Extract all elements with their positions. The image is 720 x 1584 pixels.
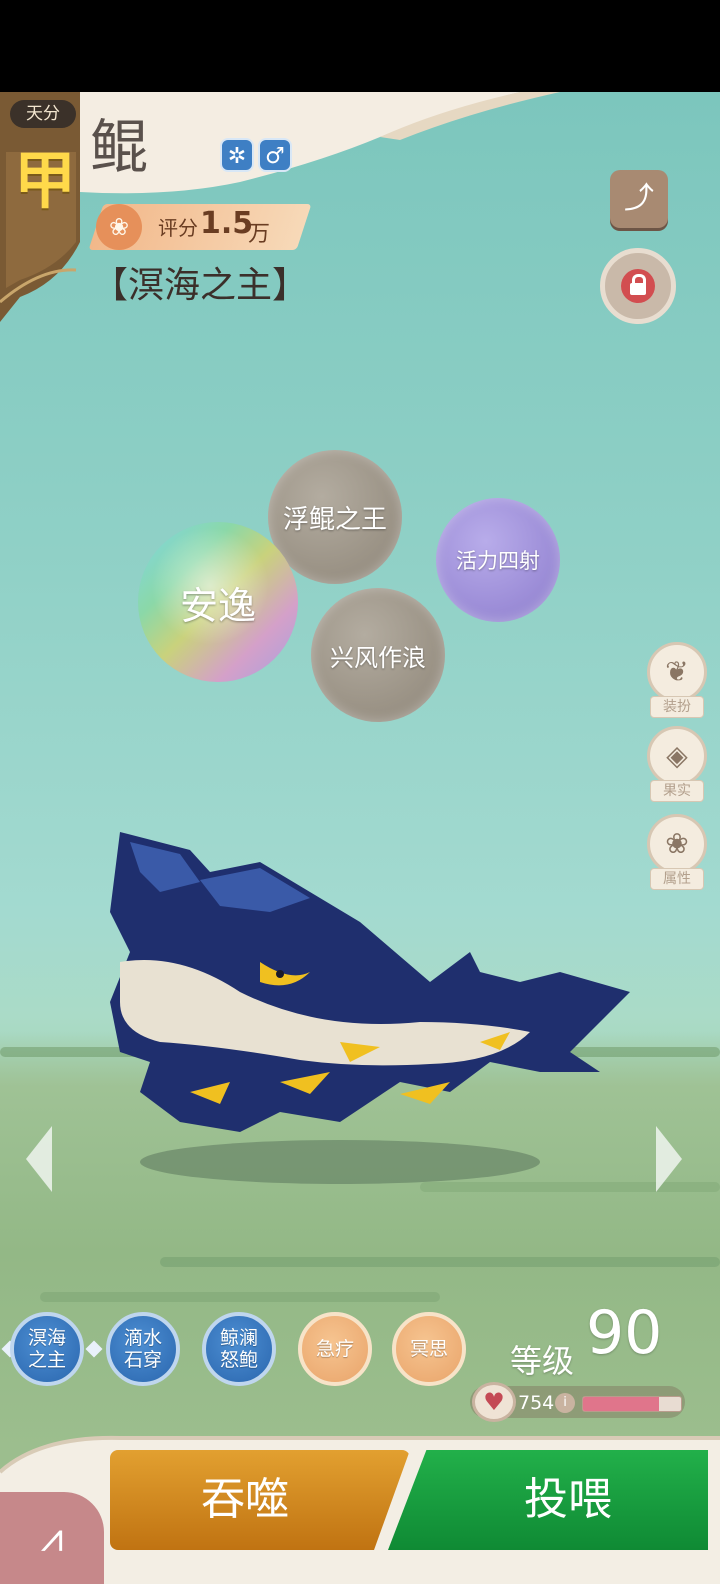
lock-button[interactable] [600, 248, 676, 324]
menu-corner-button[interactable]: ⩘ [0, 1492, 104, 1584]
trait-bubble[interactable]: 兴风作浪 [311, 588, 445, 722]
share-button[interactable]: ⤴ [610, 170, 668, 228]
skill-button[interactable]: 溟海之主 [10, 1312, 84, 1386]
skill-label: 鲸澜怒鲍 [219, 1327, 258, 1371]
pet-name: 鲲 [90, 113, 149, 181]
trait-label: 活力四射 [456, 549, 540, 573]
skill-label: 冥思 [409, 1338, 448, 1360]
side-button-outfit[interactable]: ❦ 装扮 [646, 642, 708, 718]
heart-icon: ♥ [472, 1382, 516, 1422]
skill-button[interactable]: 急疗 [298, 1312, 372, 1386]
info-icon[interactable]: i [555, 1393, 575, 1413]
grass-strip [40, 1292, 440, 1302]
trait-bubble[interactable]: 活力四射 [436, 498, 560, 622]
logo-icon: ⩘ [40, 1515, 64, 1561]
skill-label: 滴水石穿 [123, 1327, 162, 1371]
level-label: 等级 [510, 1342, 575, 1380]
affection-progress [582, 1396, 682, 1412]
side-button-label: 果实 [650, 780, 704, 802]
score-label: 评分 [158, 216, 198, 240]
skill-button[interactable]: 滴水石穿 [106, 1312, 180, 1386]
gender-icon: ♂ [258, 138, 292, 172]
next-arrow-icon[interactable] [652, 1122, 686, 1196]
lock-icon [621, 269, 655, 303]
affection-bar: ♥ 754 i [470, 1382, 685, 1422]
trait-label: 浮鲲之王 [282, 504, 387, 535]
trait-label: 兴风作浪 [330, 643, 426, 672]
skill-label: 急疗 [315, 1338, 354, 1360]
score-value: 1.5 [200, 206, 254, 241]
skill-button[interactable]: 冥思 [392, 1312, 466, 1386]
fruit-icon: ◈ [647, 726, 707, 786]
pet-scene: 天分 甲 鲲 ✲ ♂ ❀ 评分 1.5 万 【溟海之主】 ⤴ 浮鲲之王 活力四射… [0, 92, 720, 1584]
skill-label: 溟海之主 [27, 1327, 66, 1371]
affection-progress-fill [583, 1397, 660, 1411]
status-bar [0, 0, 720, 92]
butterfly-icon: ❦ [647, 642, 707, 702]
skill-button[interactable]: 鲸澜怒鲍 [202, 1312, 276, 1386]
swirl-icon: ✲ [220, 138, 254, 172]
score-unit: 万 [248, 222, 271, 247]
tier-label: 天分 [10, 100, 76, 128]
grass-strip [160, 1257, 720, 1267]
affection-value: 754 [518, 1392, 555, 1414]
pet-title: 【溟海之主】 [92, 265, 309, 306]
feed-button[interactable]: 投喂 [388, 1450, 708, 1550]
devour-button[interactable]: 吞噬 [110, 1450, 410, 1550]
paw-icon: ❀ [96, 204, 142, 250]
level-value: 90 [586, 1298, 663, 1368]
previous-arrow-icon[interactable] [22, 1122, 56, 1196]
share-icon: ⤴ [624, 181, 654, 216]
trait-label: 安逸 [179, 583, 256, 628]
side-button-fruit[interactable]: ◈ 果实 [646, 726, 708, 802]
pet-info-banner: 天分 甲 鲲 ✲ ♂ ❀ 评分 1.5 万 【溟海之主】 ⤴ [0, 92, 720, 332]
pet-creature-image [110, 832, 630, 1184]
side-button-label: 装扮 [650, 696, 704, 718]
tier-grade: 甲 [14, 144, 77, 217]
trait-bubble[interactable]: 安逸 [138, 522, 298, 682]
